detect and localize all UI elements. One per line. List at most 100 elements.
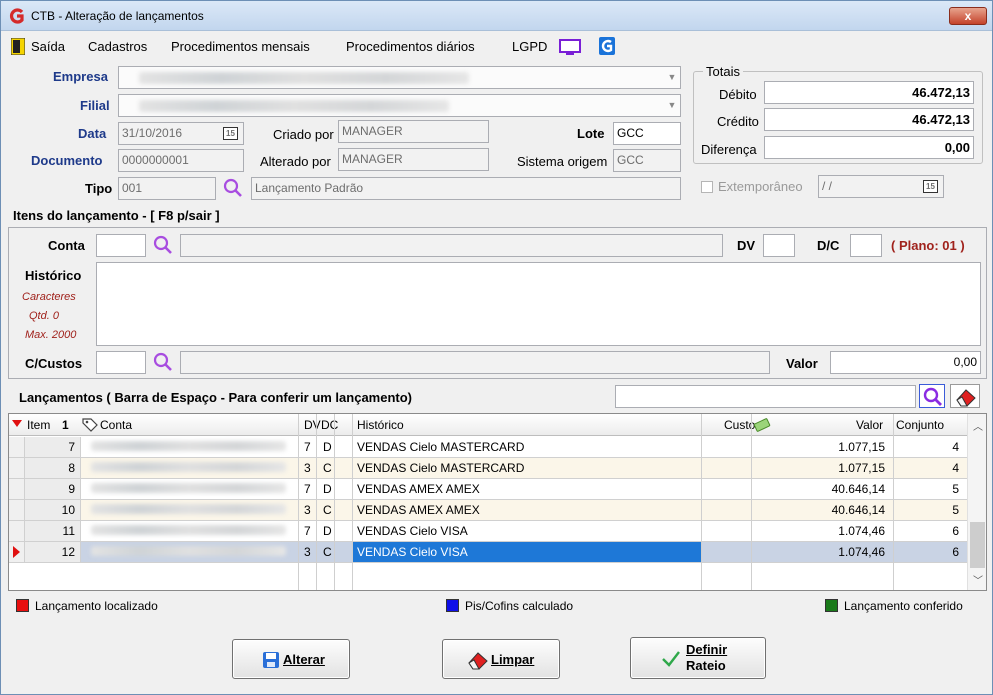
filial-select[interactable]: ▼: [118, 94, 681, 117]
cell-dv: 7: [304, 482, 311, 496]
scroll-thumb[interactable]: [970, 522, 985, 568]
search-icon[interactable]: [223, 178, 243, 198]
table-row[interactable]: 12 3 C VENDAS Cielo VISA 1.074,46 6: [9, 542, 967, 563]
search-icon[interactable]: [153, 352, 173, 372]
menu-lgpd[interactable]: LGPD: [512, 39, 547, 54]
valor-input[interactable]: 0,00: [830, 351, 981, 374]
diferenca-value: 0,00: [944, 140, 970, 155]
dc-input[interactable]: [850, 234, 882, 257]
col-item[interactable]: Item: [27, 418, 50, 432]
scroll-up-icon[interactable]: ︿: [973, 418, 983, 433]
lote-label: Lote: [577, 126, 605, 141]
debito-label: Débito: [719, 87, 757, 102]
table-row[interactable]: 8 3 C VENDAS Cielo MASTERCARD 1.077,15 4: [9, 458, 967, 479]
exit-door-icon: [11, 38, 25, 55]
row-indicator[interactable]: [9, 458, 25, 478]
grid-scrollbar[interactable]: ︿ ﹀: [967, 414, 986, 590]
col-historico[interactable]: Histórico: [357, 418, 404, 432]
row-indicator[interactable]: [9, 479, 25, 499]
historico-textarea[interactable]: [96, 262, 981, 346]
col-dc[interactable]: DC: [321, 418, 338, 432]
dv-input[interactable]: [763, 234, 795, 257]
search-icon[interactable]: [153, 235, 173, 255]
eraser-icon: [468, 652, 488, 670]
alterar-button[interactable]: Alterar: [232, 639, 350, 679]
data-value: 31/10/2016: [122, 126, 183, 140]
cell-item: 12: [61, 545, 75, 559]
cell-item: 8: [68, 461, 75, 475]
menu-bar: Saída Cadastros Procedimentos mensais Pr…: [1, 31, 992, 61]
totais-label: Totais: [703, 64, 743, 79]
cell-conjunto: 6: [952, 524, 959, 538]
definir-label: Definir: [686, 642, 728, 657]
lancamentos-search-input[interactable]: [615, 385, 916, 408]
cell-valor: 1.074,46: [838, 545, 885, 559]
chevron-down-icon: ▼: [667, 72, 677, 82]
lancamentos-grid[interactable]: Item 1 Conta DV DC Histórico Custo Valor…: [8, 413, 987, 591]
close-button[interactable]: x: [949, 7, 987, 25]
criado-por-value: MANAGER: [342, 124, 403, 138]
col-conta[interactable]: Conta: [100, 418, 132, 432]
menu-procedimentos-diarios[interactable]: Procedimentos diários: [346, 39, 475, 54]
limpar-button[interactable]: Limpar: [442, 639, 560, 679]
monitor-icon[interactable]: [559, 39, 581, 56]
legend-pis-cofins: Pis/Cofins calculado: [465, 599, 574, 613]
conta-input[interactable]: [96, 234, 146, 257]
table-row[interactable]: 7 7 D VENDAS Cielo MASTERCARD 1.077,15 4: [9, 437, 967, 458]
lote-field[interactable]: GCC: [613, 122, 681, 145]
calendar-icon[interactable]: 15: [923, 180, 938, 193]
cell-item: 7: [68, 440, 75, 454]
col-dv[interactable]: DV: [304, 418, 321, 432]
cell-historico: VENDAS AMEX AMEX: [357, 503, 480, 517]
lancamentos-section-title: Lançamentos ( Barra de Espaço - Para con…: [19, 390, 413, 405]
table-row[interactable]: 11 7 D VENDAS Cielo VISA 1.074,46 6: [9, 521, 967, 542]
historico-label: Histórico: [25, 268, 82, 283]
qtd-label: Qtd. 0: [29, 310, 59, 322]
extemporaneo-checkbox[interactable]: [701, 181, 713, 193]
cell-dv: 7: [304, 440, 311, 454]
diferenca-label: Diferença: [701, 142, 757, 157]
empresa-label: Empresa: [53, 69, 108, 84]
extemporaneo-date-field[interactable]: / / 15: [818, 175, 944, 198]
col-conjunto[interactable]: Conjunto: [896, 418, 944, 432]
cell-item: 11: [62, 524, 75, 538]
cell-item: 9: [68, 482, 75, 496]
menu-procedimentos-mensais[interactable]: Procedimentos mensais: [171, 39, 310, 54]
cell-historico: VENDAS Cielo MASTERCARD: [357, 440, 525, 454]
cell-historico: VENDAS Cielo VISA: [357, 545, 468, 559]
scroll-down-icon[interactable]: ﹀: [973, 572, 983, 587]
table-row[interactable]: 9 7 D VENDAS AMEX AMEX 40.646,14 5: [9, 479, 967, 500]
credito-label: Crédito: [717, 114, 759, 129]
tipo-code-field[interactable]: 001: [118, 177, 216, 200]
definir-rateio-button[interactable]: Definir Rateio: [630, 637, 766, 679]
row-indicator[interactable]: [9, 500, 25, 520]
brand-icon[interactable]: [599, 37, 615, 55]
plano-label: ( Plano: 01 ): [891, 238, 965, 253]
tipo-desc-field: Lançamento Padrão: [251, 177, 681, 200]
cell-valor: 1.077,15: [838, 440, 885, 454]
tipo-desc-value: Lançamento Padrão: [255, 181, 364, 195]
legend-localizado: Lançamento localizado: [35, 599, 158, 613]
lancamentos-search-button[interactable]: [919, 384, 945, 408]
grid-header: Item 1 Conta DV DC Histórico Custo Valor…: [9, 414, 986, 436]
empresa-select[interactable]: ▼: [118, 66, 681, 89]
cell-valor: 1.077,15: [838, 461, 885, 475]
menu-cadastros[interactable]: Cadastros: [88, 39, 147, 54]
sistema-origem-value: GCC: [617, 153, 644, 167]
data-field[interactable]: 31/10/2016 15: [118, 122, 244, 145]
sort-order-icon: 1: [62, 418, 69, 432]
table-row[interactable]: 10 3 C VENDAS AMEX AMEX 40.646,14 5: [9, 500, 967, 521]
max-label: Max. 2000: [25, 329, 77, 341]
menu-saida[interactable]: Saída: [31, 39, 65, 54]
cell-dc: D: [323, 524, 332, 538]
row-indicator[interactable]: [9, 521, 25, 541]
row-indicator[interactable]: [9, 437, 25, 457]
clear-search-button[interactable]: [950, 384, 980, 408]
valor-value: 0,00: [953, 355, 977, 369]
calendar-icon[interactable]: 15: [223, 127, 238, 140]
documento-label: Documento: [31, 153, 103, 168]
ccustos-input[interactable]: [96, 351, 146, 374]
alterar-label: Alterar: [283, 652, 325, 667]
col-valor[interactable]: Valor: [856, 418, 883, 432]
cell-conjunto: 4: [952, 440, 959, 454]
